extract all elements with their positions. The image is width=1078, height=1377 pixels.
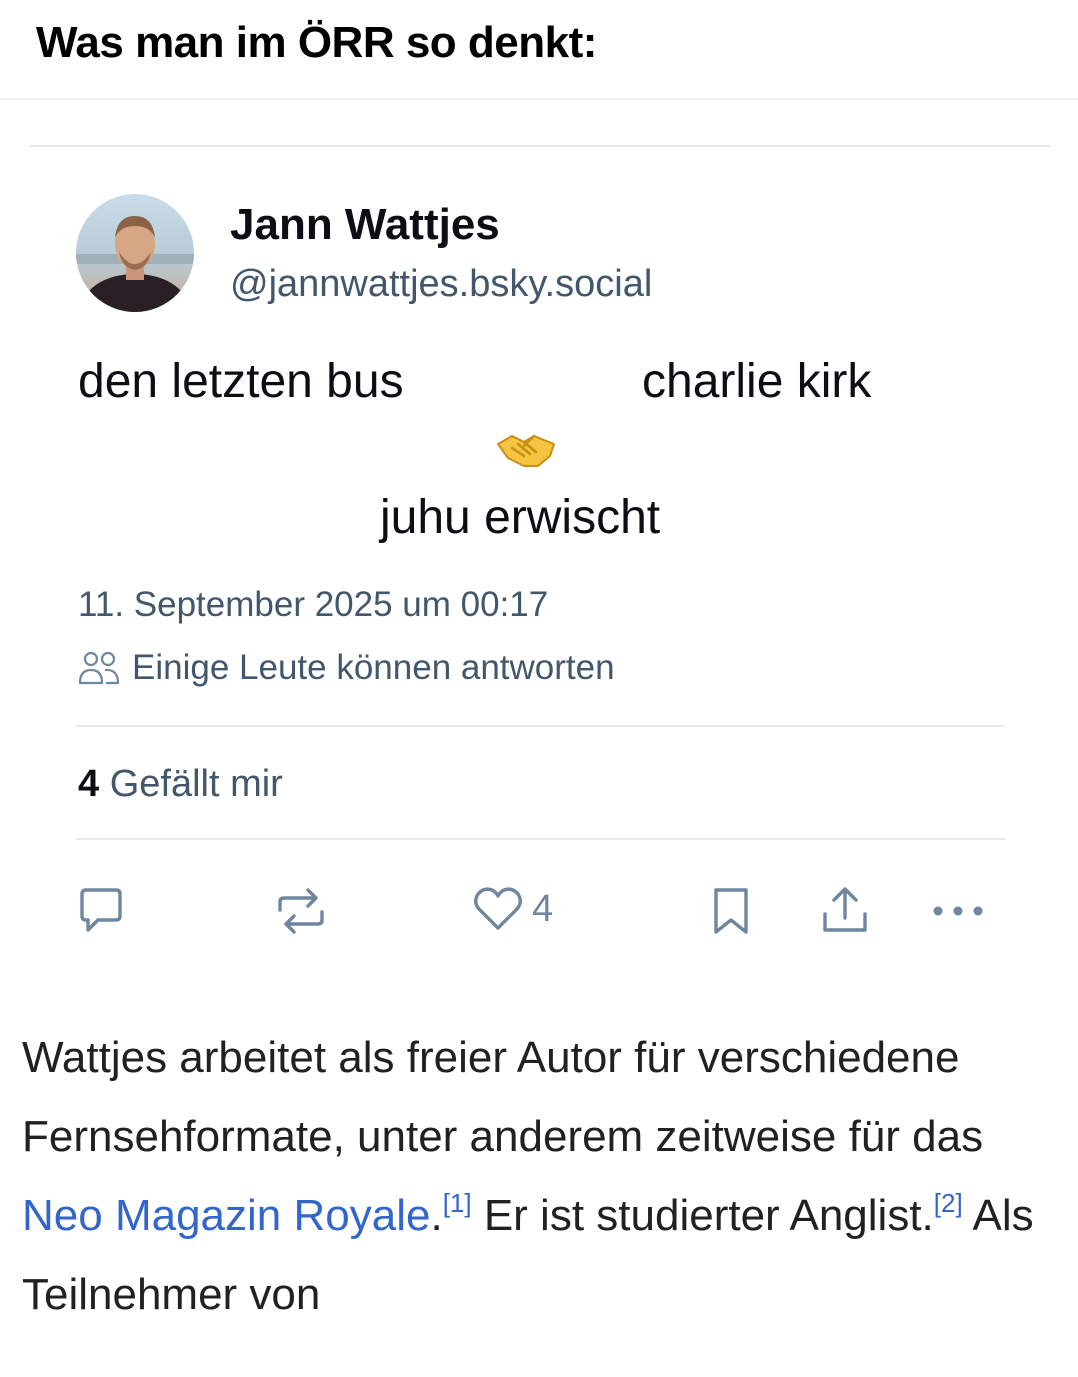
reply-button[interactable] [74,884,128,938]
meme-text-right: charlie kirk [642,355,872,408]
wiki-reference-1[interactable]: [1] [443,1188,472,1218]
wiki-text: . [430,1191,443,1240]
likes-summary[interactable]: 4 Gefällt mir [78,763,283,806]
repost-button[interactable] [272,884,330,938]
post-timestamp[interactable]: 11. September 2025 um 00:17 [78,585,548,625]
author-name[interactable]: Jann Wattjes [230,200,500,250]
more-button[interactable] [926,884,990,938]
author-handle[interactable]: @jannwattjes.bsky.social [230,263,652,306]
likes-count: 4 [78,763,100,805]
like-button[interactable]: 4 [472,884,553,934]
wiki-link-neo-magazin-royale[interactable]: Neo Magazin Royale [22,1191,430,1240]
headline: Was man im ÖRR so denkt: [36,18,597,67]
bookmark-icon [714,888,748,934]
share-icon [823,887,867,932]
comment-icon [80,888,122,932]
more-icon [933,906,983,916]
wiki-excerpt: Wattjes arbeitet als freier Autor für ve… [22,1018,1052,1334]
wiki-text: Er ist studierter Anglist. [471,1191,934,1240]
meme-text-left: den letzten bus [78,355,404,408]
reply-setting-label: Einige Leute können antworten [132,648,615,687]
divider [76,725,1005,727]
divider [76,838,1005,840]
reply-setting: Einige Leute können antworten [78,648,615,688]
avatar[interactable] [76,194,194,312]
likes-label: Gefällt mir [109,763,283,805]
bookmark-button[interactable] [704,884,758,938]
like-count: 4 [532,887,554,930]
people-icon [78,651,120,685]
divider [0,98,1078,100]
repost-icon [278,888,324,934]
handshake-icon [497,434,555,467]
avatar-photo [76,216,194,312]
meme-text-bottom: juhu erwischt [380,491,661,544]
wiki-reference-2[interactable]: [2] [934,1188,963,1218]
share-button[interactable] [816,884,874,938]
wiki-text: Wattjes arbeitet als freier Autor für ve… [22,1033,984,1161]
heart-icon [474,887,522,930]
divider [30,145,1050,147]
